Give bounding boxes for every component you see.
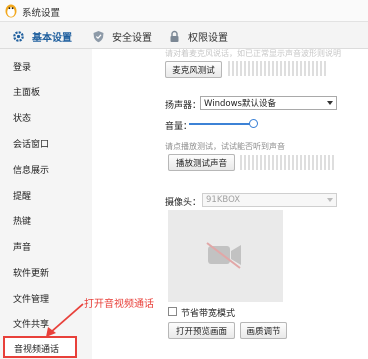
camera-select[interactable]: 91KBOX (202, 193, 337, 207)
sidebar-item-info-display[interactable]: 信息展示 (13, 163, 49, 176)
tab-basic-label: 基本设置 (32, 32, 72, 44)
mic-test-button[interactable]: 麦克风测试 (165, 61, 222, 78)
volume-slider-thumb[interactable] (249, 119, 258, 128)
annotation-arrow-icon (46, 303, 84, 337)
speaker-select[interactable]: Windows默认设备 (200, 96, 337, 110)
bandwidth-saving-label: 节省带宽模式 (181, 309, 236, 319)
sidebar-item-main-panel[interactable]: 主面板 (13, 85, 40, 98)
sidebar-item-status[interactable]: 状态 (13, 111, 31, 124)
volume-slider-track[interactable] (189, 123, 252, 125)
play-test-hint: 请点播放测试，试试能否听到声音 (165, 142, 285, 151)
sidebar-item-reminder[interactable]: 提醒 (13, 189, 31, 202)
shield-icon (93, 30, 104, 42)
gear-icon (13, 30, 24, 42)
image-quality-button[interactable]: 画质调节 (240, 322, 287, 339)
play-test-sound-button[interactable]: 播放测试声音 (168, 154, 235, 171)
sidebar-item-av-call-label: 音视频通话 (14, 345, 60, 355)
open-preview-button[interactable]: 打开预览画面 (168, 322, 235, 339)
tab-permission-label: 权限设置 (188, 32, 228, 44)
window-title: 系统设置 (22, 8, 61, 19)
camera-select-value: 91KBOX (206, 195, 241, 205)
tab-security-label: 安全设置 (112, 32, 152, 44)
bandwidth-saving-checkbox[interactable] (168, 307, 177, 316)
camera-preview-area (168, 210, 283, 302)
volume-label: 音量： (165, 122, 193, 132)
tab-security-settings[interactable]: 安全设置 (92, 28, 152, 44)
sidebar-item-login[interactable]: 登录 (13, 60, 31, 73)
annotation-label: 打开音视频通话 (84, 299, 154, 310)
speaker-level-meter (240, 155, 334, 170)
camera-off-icon (206, 242, 241, 269)
settings-tabs: 基本设置 安全设置 权限设置 (0, 22, 368, 49)
penguin-logo-icon (5, 4, 17, 18)
speaker-label: 扬声器： (165, 101, 202, 111)
mic-level-meter (228, 61, 326, 76)
sidebar-item-sound[interactable]: 声音 (13, 240, 31, 253)
chevron-down-icon (327, 101, 333, 105)
tab-permission-settings[interactable]: 权限设置 (168, 28, 228, 44)
chevron-down-icon (327, 198, 333, 202)
title-bar: 系统设置 (0, 0, 368, 22)
camera-label: 摄像头： (165, 198, 202, 208)
sidebar-item-chat-window[interactable]: 会话窗口 (13, 137, 49, 150)
sidebar-item-hotkeys[interactable]: 热键 (13, 214, 31, 227)
speaker-select-value: Windows默认设备 (204, 99, 276, 109)
sidebar-item-software-update[interactable]: 软件更新 (13, 266, 49, 279)
mic-instruction-text: 请对着麦克风说话，如已正常显示声音波形则说明 (165, 49, 341, 58)
lock-icon (170, 30, 179, 42)
tab-basic-settings[interactable]: 基本设置 (12, 28, 72, 44)
